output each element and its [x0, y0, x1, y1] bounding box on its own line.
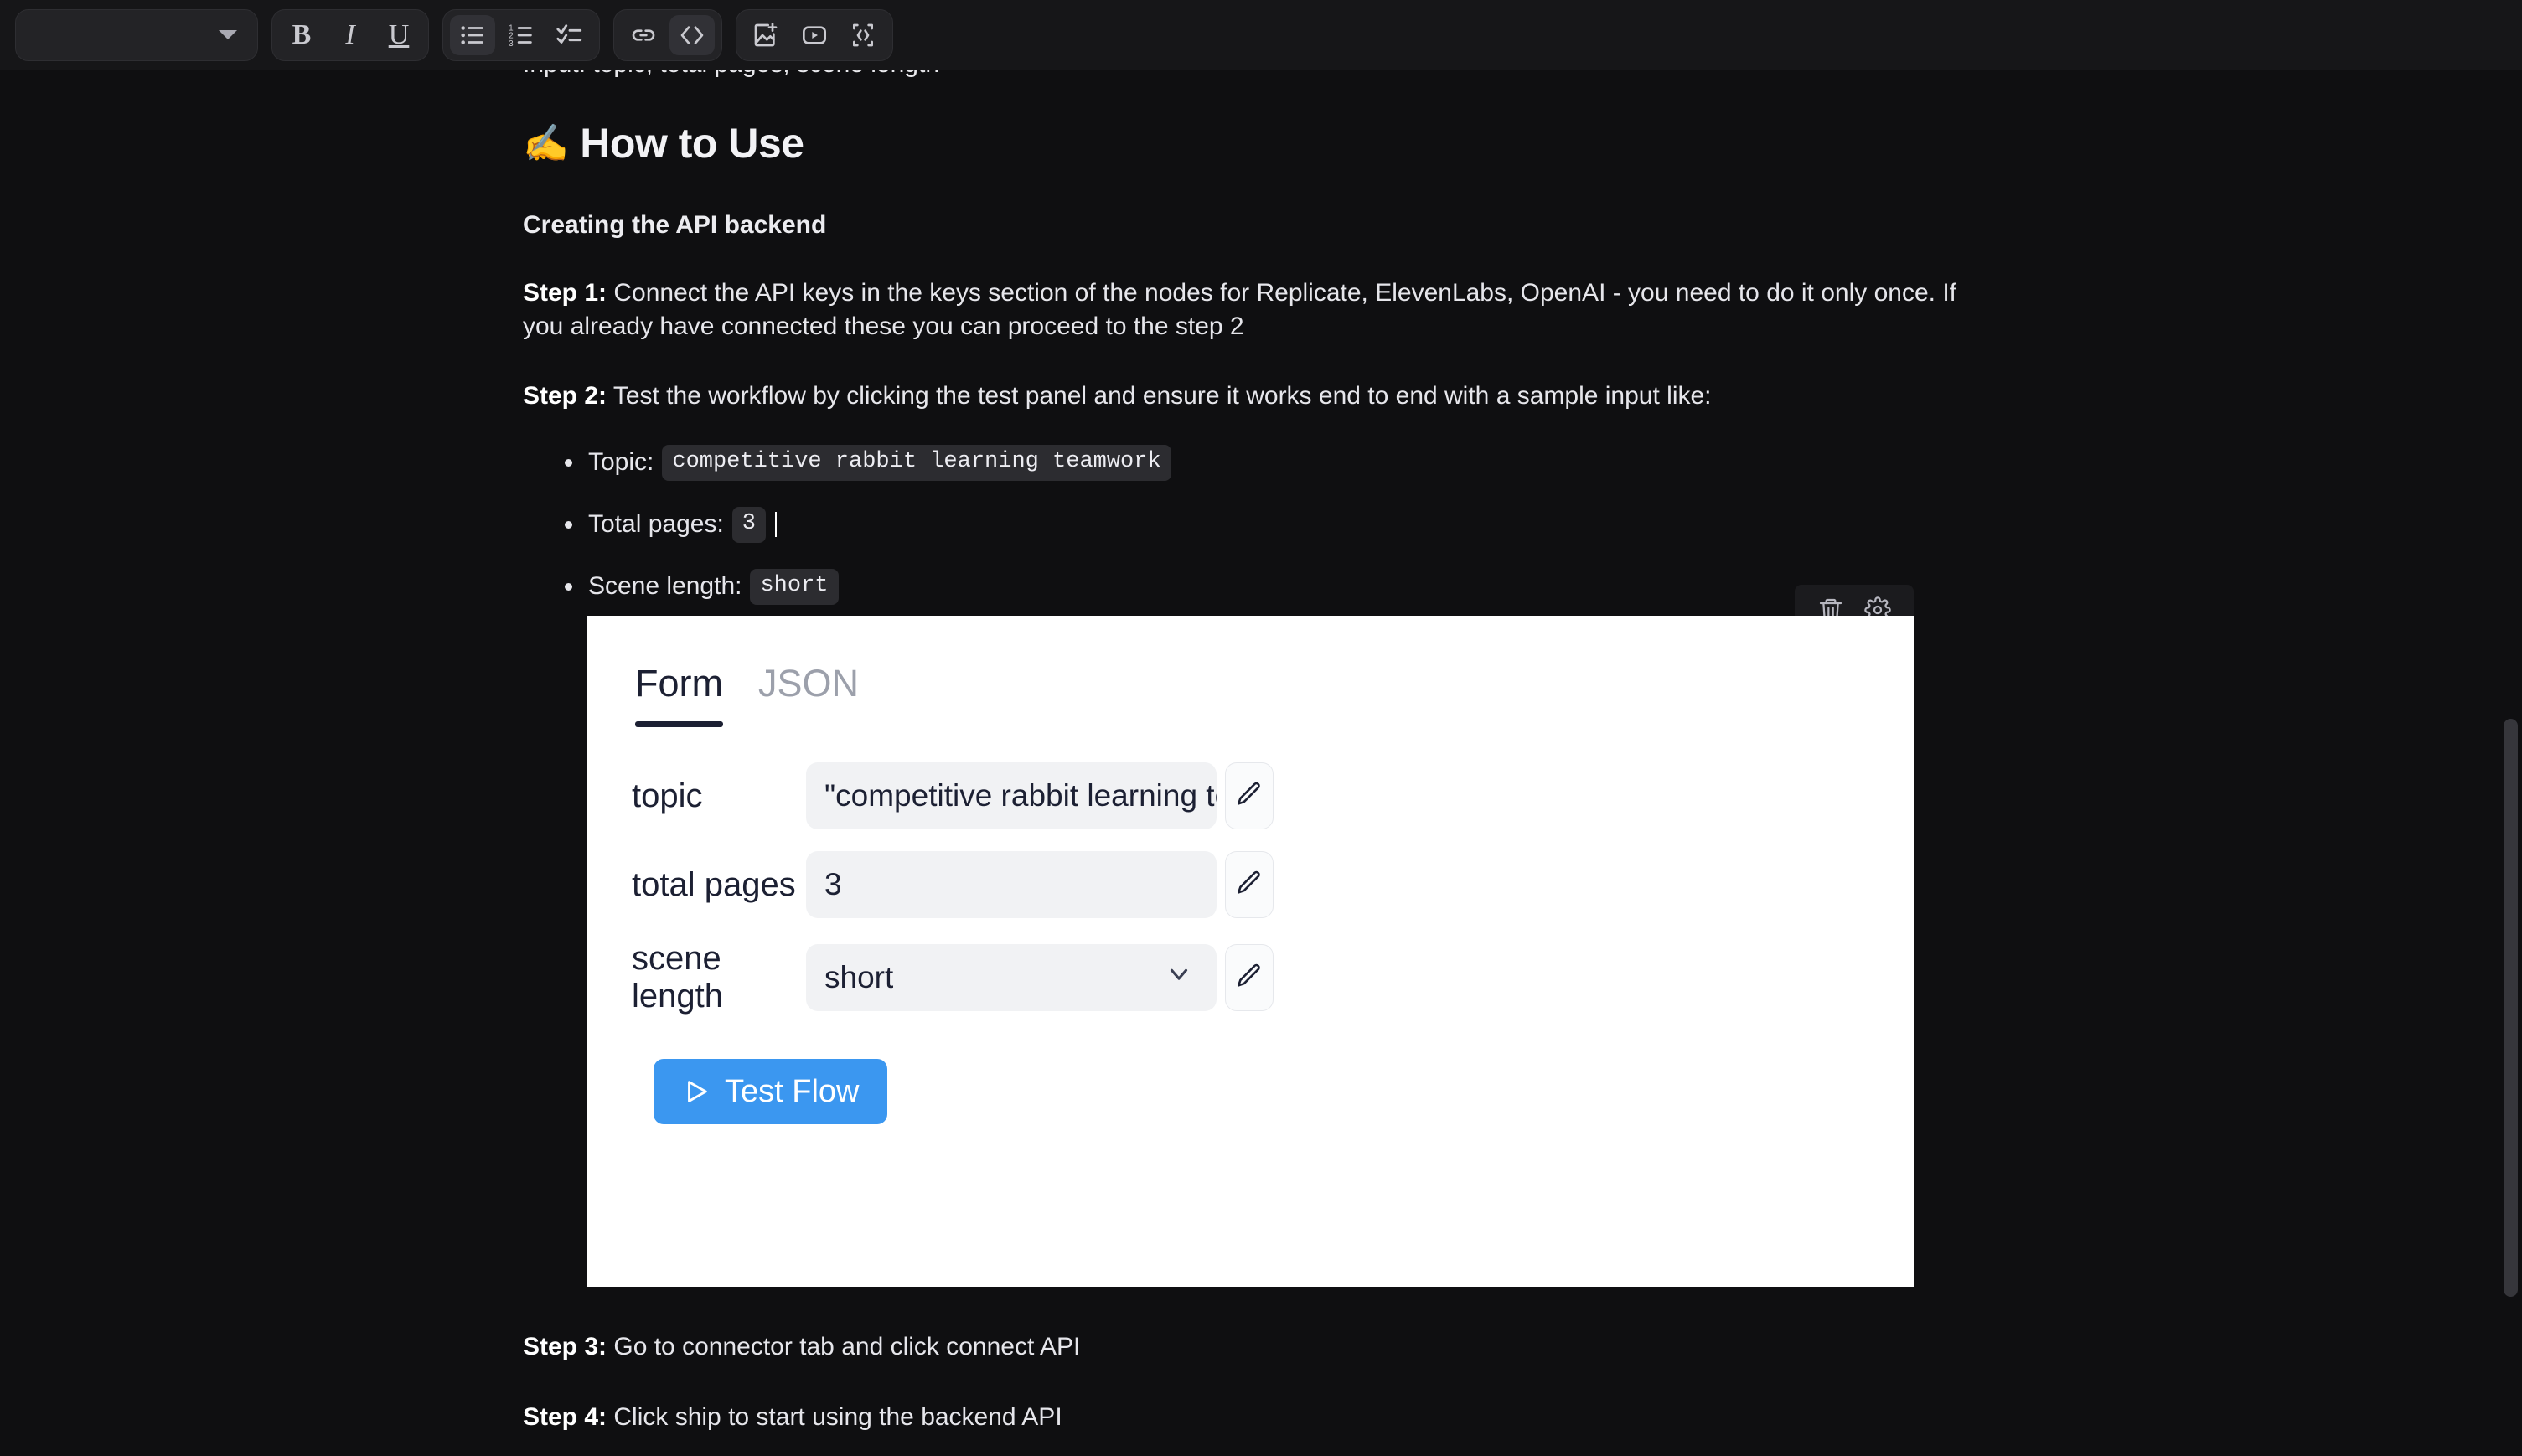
scene-length-edit-button[interactable] — [1225, 944, 1274, 1011]
document-scrollbar[interactable] — [2500, 141, 2522, 1456]
bullet-list-button[interactable] — [450, 14, 495, 55]
chevron-down-icon — [1165, 960, 1193, 996]
link-button[interactable] — [621, 15, 666, 55]
code-brackets-icon — [679, 22, 705, 49]
step-3-paragraph: Step 3: Go to connector tab and click co… — [523, 1330, 1972, 1364]
pencil-icon — [1235, 780, 1264, 813]
sample-scene-length-value: short — [750, 568, 839, 605]
underline-button[interactable]: U — [376, 15, 421, 55]
list-item: Total pages: 3 — [565, 506, 2522, 543]
test-flow-label: Test Flow — [725, 1073, 860, 1109]
scrollbar-thumb[interactable] — [2504, 719, 2518, 1297]
checklist-icon — [556, 21, 584, 49]
pencil-icon — [1235, 962, 1264, 994]
total-pages-input[interactable]: 3 — [806, 851, 1217, 918]
underline-glyph: U — [388, 18, 410, 50]
italic-button[interactable]: I — [328, 15, 373, 55]
text-style-dropdown[interactable] — [15, 8, 258, 61]
field-row-topic: topic "competitive rabbit learning teamw… — [632, 762, 1914, 829]
scene-length-value: short — [824, 960, 894, 994]
sample-total-pages-value: 3 — [731, 506, 766, 543]
chevron-down-icon — [219, 30, 237, 39]
image-plus-icon — [752, 22, 779, 49]
link-icon — [630, 22, 657, 49]
field-row-total-pages: total pages 3 — [632, 851, 1914, 918]
sample-topic-value: competitive rabbit learning teamwork — [662, 444, 1171, 481]
document-canvas[interactable]: Input: topic, total pages, scene length … — [0, 70, 2522, 1456]
code-block-button[interactable] — [840, 15, 886, 55]
tab-json-label: JSON — [758, 662, 860, 705]
step-4-label: Step 4: — [523, 1402, 607, 1431]
insert-media-group — [736, 8, 893, 61]
step-1-label: Step 1: — [523, 279, 607, 307]
list-item: Topic: competitive rabbit learning teamw… — [565, 444, 2522, 481]
list-item: Scene length: short — [565, 568, 2522, 605]
clipped-previous-line: Input: topic, total pages, scene length — [523, 70, 1696, 79]
bullet-list-icon — [458, 21, 487, 49]
panel-tabs: Form JSON — [587, 616, 1914, 727]
embedded-test-panel: Form JSON topic "competitive rabbit lear… — [587, 585, 1914, 1287]
step-4-paragraph: Step 4: Click ship to start using the ba… — [523, 1401, 1972, 1434]
test-panel: Form JSON topic "competitive rabbit lear… — [587, 616, 1914, 1287]
insert-link-group — [613, 8, 722, 61]
tab-form[interactable]: Form — [635, 662, 723, 727]
text-cursor — [774, 512, 777, 538]
svg-text:3: 3 — [509, 39, 514, 48]
tab-json[interactable]: JSON — [758, 662, 859, 719]
page-title-text: How to Use — [580, 120, 804, 167]
step-2-text: Test the workflow by clicking the test p… — [607, 382, 1712, 410]
pencil-icon — [1235, 869, 1264, 901]
text-format-group: B I U — [271, 8, 429, 61]
italic-glyph: I — [345, 18, 355, 50]
step-2-label: Step 2: — [523, 382, 607, 410]
writing-hand-icon: ✍️ — [523, 123, 569, 164]
numbered-list-icon: 1 2 3 — [507, 21, 535, 49]
field-row-scene-length: scene length short — [632, 940, 1914, 1015]
page-title: ✍️ How to Use — [523, 119, 2522, 168]
test-flow-button[interactable]: Test Flow — [654, 1059, 888, 1124]
inline-code-button[interactable] — [669, 14, 715, 55]
bold-glyph: B — [292, 18, 312, 50]
topic-input[interactable]: "competitive rabbit learning teamw… — [806, 762, 1217, 829]
topic-label: topic — [632, 777, 703, 814]
sample-scene-length-label: Scene length: — [588, 572, 742, 601]
step-4-text: Click ship to start using the backend AP… — [607, 1402, 1062, 1431]
numbered-list-button[interactable]: 1 2 3 — [499, 15, 544, 55]
step-1-text: Connect the API keys in the keys section… — [523, 279, 1956, 340]
play-icon — [682, 1077, 711, 1106]
code-block-icon — [850, 22, 876, 49]
checklist-button[interactable] — [547, 15, 592, 55]
sample-topic-label: Topic: — [588, 448, 654, 477]
step-3-text: Go to connector tab and click connect AP… — [607, 1332, 1081, 1360]
insert-video-button[interactable] — [792, 15, 837, 55]
test-form: topic "competitive rabbit learning teamw… — [587, 719, 1914, 1124]
sample-total-pages-label: Total pages: — [588, 510, 724, 539]
step-3-label: Step 3: — [523, 1332, 607, 1360]
total-pages-label: total pages — [632, 865, 796, 903]
topic-edit-button[interactable] — [1225, 762, 1274, 829]
sample-input-list: Topic: competitive rabbit learning teamw… — [523, 444, 2522, 605]
bold-button[interactable]: B — [279, 15, 324, 55]
step-1-paragraph: Step 1: Connect the API keys in the keys… — [523, 276, 1972, 343]
step-2-paragraph: Step 2: Test the workflow by clicking th… — [523, 379, 1972, 413]
total-pages-edit-button[interactable] — [1225, 851, 1274, 918]
scene-length-select[interactable]: short — [806, 944, 1217, 1011]
scene-length-label: scene length — [632, 940, 723, 1015]
subheading: Creating the API backend — [523, 211, 827, 239]
list-format-group: 1 2 3 — [442, 8, 600, 61]
insert-image-button[interactable] — [743, 15, 788, 55]
video-play-icon — [801, 22, 828, 49]
editor-toolbar: B I U 1 2 3 — [0, 0, 2522, 70]
tab-form-label: Form — [635, 662, 723, 705]
